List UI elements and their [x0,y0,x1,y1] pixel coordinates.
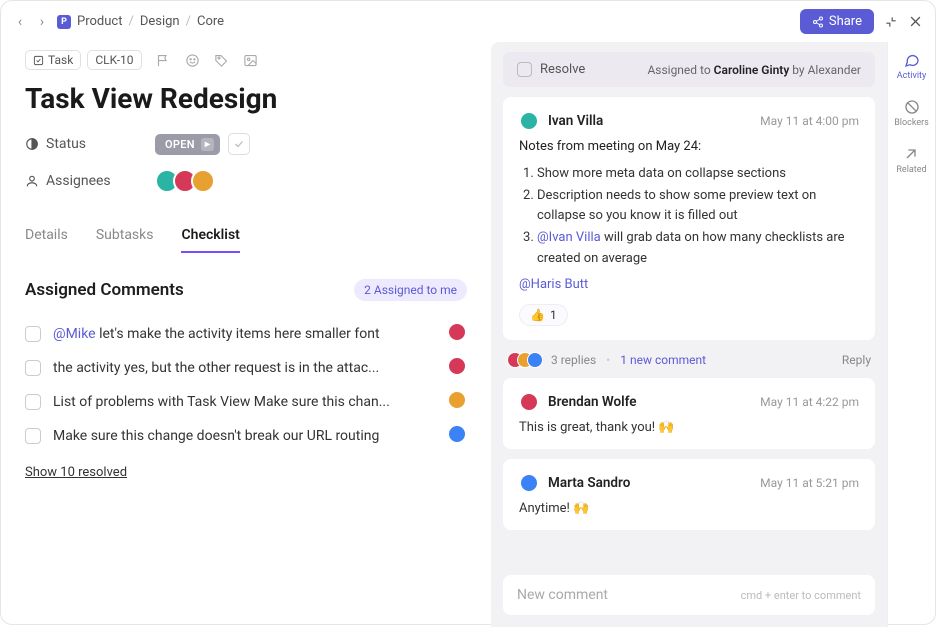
comment-card: Marta Sandro May 11 at 5:21 pm Anytime! … [503,459,875,530]
share-icon [812,16,824,28]
page-title: Task View Redesign [25,82,467,115]
comment-author: Marta Sandro [548,475,630,491]
tab-checklist[interactable]: Checklist [181,227,239,253]
show-resolved-link[interactable]: Show 10 resolved [25,465,467,480]
check-text: the activity yes, but the other request … [53,360,435,376]
complete-checkbox[interactable] [228,133,250,155]
check-checkbox[interactable] [25,360,41,376]
breadcrumb: P Product / Design / Core [57,14,224,29]
image-icon[interactable] [243,53,258,68]
avatar [447,424,467,444]
side-blockers[interactable]: Blockers [894,99,929,128]
resolve-assignment: Assigned to Caroline Ginty by Alexander [647,63,861,77]
assignee-icon [25,174,39,188]
check-item: @Mike let's make the activity items here… [25,317,467,351]
thread-title: Notes from meeting on May 24: [519,139,859,154]
comment-time: May 11 at 4:22 pm [760,395,859,409]
avatar [447,390,467,410]
status-pill[interactable]: OPEN ▸ [155,134,220,155]
avatar [447,356,467,376]
comment-time: May 11 at 5:21 pm [760,476,859,490]
reaction-button[interactable]: 👍 1 [519,304,568,326]
check-item: the activity yes, but the other request … [25,351,467,385]
avatar [191,169,215,193]
assignees-avatars[interactable] [155,169,215,193]
resolve-bar: Resolve Assigned to Caroline Ginty by Al… [503,52,875,87]
task-icon [33,55,44,66]
resolve-checkbox[interactable] [517,62,532,77]
share-button[interactable]: Share [800,9,874,34]
check-checkbox[interactable] [25,394,41,410]
check-text: List of problems with Task View Make sur… [53,394,435,410]
flag-icon[interactable] [156,53,171,68]
avatar [527,352,543,368]
check-text: Make sure this change doesn't break our … [53,428,435,444]
assignees-label: Assignees [46,173,111,189]
status-label: Status [46,136,86,152]
breadcrumb-project[interactable]: Product [77,14,122,29]
avatar [519,392,539,412]
right-sidebar: Activity Blockers Related [887,42,935,627]
tag-icon[interactable] [214,53,229,68]
breadcrumb-design[interactable]: Design [140,14,180,29]
nav-forward-icon[interactable]: › [35,14,49,30]
related-icon [903,146,919,162]
new-comment-count[interactable]: 1 new comment [620,353,706,367]
thread-author: Ivan Villa [548,113,603,129]
assigned-badge[interactable]: 2 Assigned to me [354,279,467,301]
side-activity[interactable]: Activity [897,52,926,81]
collapse-icon[interactable] [884,15,898,29]
resolve-label: Resolve [540,62,585,77]
tab-details[interactable]: Details [25,227,68,253]
comment-card: Brendan Wolfe May 11 at 4:22 pm This is … [503,378,875,449]
thread-card: Ivan Villa May 11 at 4:00 pm Notes from … [503,97,875,340]
type-chip[interactable]: Task [25,50,81,70]
id-chip[interactable]: CLK-10 [87,50,141,70]
thread-footer: 3 replies • 1 new comment Reply [503,352,875,368]
check-list: @Mike let's make the activity items here… [25,317,467,453]
comment-body: This is great, thank you! 🙌 [519,420,859,435]
section-title: Assigned Comments [25,280,184,300]
project-icon: P [57,15,71,29]
left-panel: Task CLK-10 Task View Redesign Status OP… [1,42,491,627]
avatar [519,111,539,131]
close-icon[interactable] [908,14,923,29]
avatar [447,322,467,342]
side-related[interactable]: Related [896,146,926,175]
tabs: Details Subtasks Checklist [25,227,467,253]
tab-subtasks[interactable]: Subtasks [96,227,154,253]
chat-icon [904,52,920,68]
new-comment-input[interactable]: New comment cmd + enter to comment [503,575,875,615]
comment-author: Brendan Wolfe [548,394,637,410]
comment-body: Anytime! 🙌 [519,501,859,516]
avatar [519,473,539,493]
replies-count[interactable]: 3 replies [551,353,596,367]
check-item: Make sure this change doesn't break our … [25,419,467,453]
status-next-icon[interactable]: ▸ [201,138,214,151]
reply-button[interactable]: Reply [842,353,871,367]
block-icon [904,99,920,115]
thread-points: Show more meta data on collapse sections… [537,164,859,269]
breadcrumb-core[interactable]: Core [197,14,224,29]
check-item: List of problems with Task View Make sur… [25,385,467,419]
nav-back-icon[interactable]: ‹ [13,14,27,30]
check-text: @Mike let's make the activity items here… [53,326,435,342]
smile-icon[interactable] [185,53,200,68]
topbar: ‹ › P Product / Design / Core Share [1,1,935,42]
check-checkbox[interactable] [25,428,41,444]
status-icon [25,137,39,151]
thread-mention[interactable]: @Haris Butt [519,277,859,292]
check-checkbox[interactable] [25,326,41,342]
thread-time: May 11 at 4:00 pm [760,114,859,128]
activity-panel: Resolve Assigned to Caroline Ginty by Al… [491,42,887,627]
